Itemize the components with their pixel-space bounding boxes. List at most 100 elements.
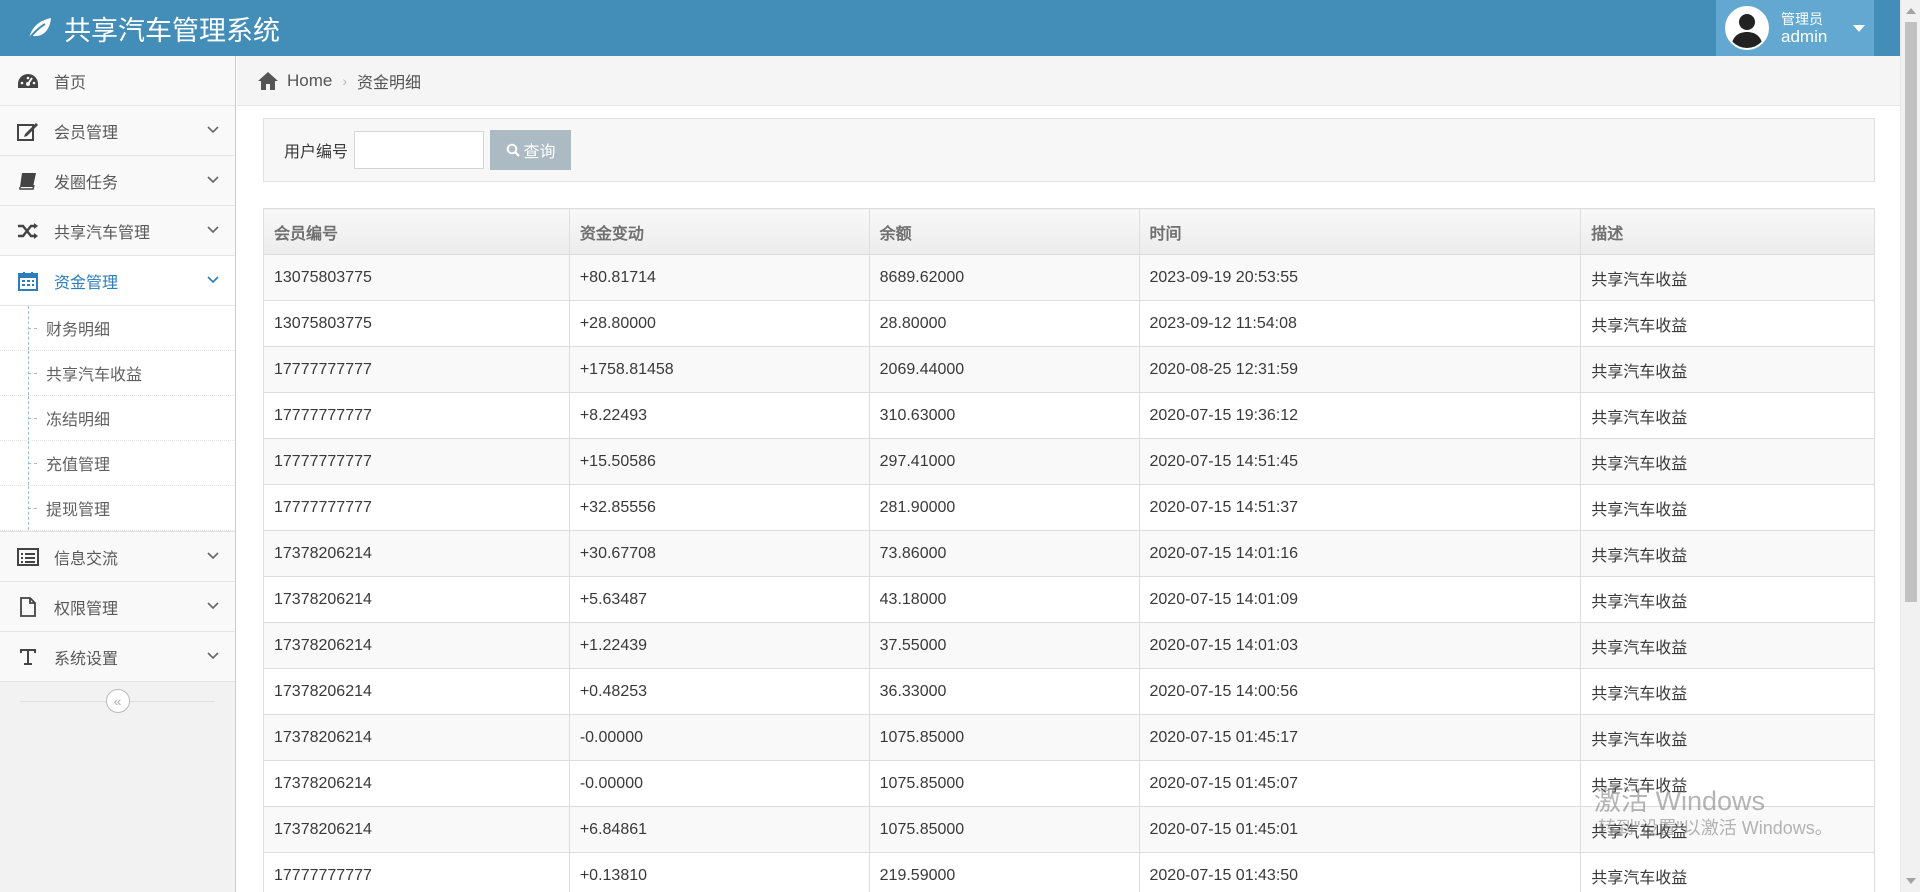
list-icon	[16, 545, 40, 569]
table-row: 17378206214 +5.63487 43.18000 2020-07-15 14…	[263, 576, 1875, 623]
search-panel: 用户编号 查询	[263, 118, 1875, 182]
submenu-item-withdraw[interactable]: 提现管理	[0, 486, 235, 531]
table-header-row: 会员编号 资金变动 余额 时间 描述	[263, 208, 1875, 255]
search-button[interactable]: 查询	[490, 130, 572, 170]
cell-description: 共享汽车收益	[1580, 346, 1875, 393]
shuffle-icon	[16, 219, 40, 243]
sidebar-collapse-bar: «	[0, 682, 235, 720]
cell-fund-change: -0.00000	[568, 714, 870, 761]
submenu-item-finance-detail[interactable]: 财务明细	[0, 306, 235, 351]
search-button-label: 查询	[523, 144, 556, 161]
table-row: 13075803775 +28.80000 28.80000 2023-09-12 1…	[263, 300, 1875, 347]
cell-fund-change: +8.22493	[568, 392, 870, 439]
cell-balance: 73.86000	[868, 530, 1140, 577]
table-row: 17777777777 +1758.81458 2069.44000 2020-08-…	[263, 346, 1875, 393]
scroll-down-arrow-icon[interactable]	[1906, 878, 1916, 884]
cell-member-id: 17378206214	[263, 714, 570, 761]
cell-time: 2020-07-15 14:01:16	[1138, 530, 1582, 577]
cell-member-id: 17378206214	[263, 576, 570, 623]
cell-member-id: 17378206214	[263, 760, 570, 807]
submenu-item-recharge[interactable]: 充值管理	[0, 441, 235, 486]
cell-time: 2020-08-25 12:31:59	[1138, 346, 1582, 393]
leaf-icon	[24, 13, 54, 43]
funds-table: 会员编号 资金变动 余额 时间 描述 13075803775 +80.81714 8…	[263, 208, 1875, 892]
cell-description: 共享汽车收益	[1580, 392, 1875, 439]
sidebar-item-label: 会员管理	[54, 124, 119, 142]
sidebar-item-label: 资金管理	[54, 274, 119, 292]
sidebar-item-label: 共享汽车管理	[54, 224, 151, 242]
cell-fund-change: +0.13810	[568, 852, 870, 892]
cell-fund-change: +0.48253	[568, 668, 870, 715]
submenu-item-frozen-detail[interactable]: 冻结明细	[0, 396, 235, 441]
cell-time: 2020-07-15 14:00:56	[1138, 668, 1582, 715]
table-row: 17378206214 +0.48253 36.33000 2020-07-15 14…	[263, 668, 1875, 715]
chevron-down-icon	[207, 126, 219, 134]
column-header-description[interactable]: 描述	[1580, 208, 1875, 255]
sidebar-item-messages[interactable]: 信息交流	[0, 532, 235, 582]
cell-fund-change: +6.84861	[568, 806, 870, 853]
chevron-down-icon	[207, 276, 219, 284]
table-row: 17378206214 -0.00000 1075.85000 2020-07-15 …	[263, 760, 1875, 807]
text-icon	[16, 645, 40, 669]
sidebar-item-label: 首页	[54, 74, 87, 92]
cell-time: 2020-07-15 01:43:50	[1138, 852, 1582, 892]
column-header-member-id[interactable]: 会员编号	[263, 208, 570, 255]
breadcrumb-home-link[interactable]: Home	[287, 71, 332, 91]
table-row: 17777777777 +8.22493 310.63000 2020-07-15 1…	[263, 392, 1875, 439]
cell-fund-change: +1.22439	[568, 622, 870, 669]
cell-time: 2020-07-15 19:36:12	[1138, 392, 1582, 439]
chevron-down-icon	[207, 652, 219, 660]
column-header-time[interactable]: 时间	[1138, 208, 1582, 255]
sidebar-item-permissions[interactable]: 权限管理	[0, 582, 235, 632]
sidebar-item-label: 系统设置	[54, 650, 119, 668]
table-row: 17777777777 +0.13810 219.59000 2020-07-15 0…	[263, 852, 1875, 892]
sidebar-item-settings[interactable]: 系统设置	[0, 632, 235, 682]
cell-balance: 8689.62000	[868, 254, 1140, 301]
cell-description: 共享汽车收益	[1580, 622, 1875, 669]
cell-description: 共享汽车收益	[1580, 576, 1875, 623]
cell-time: 2020-07-15 01:45:17	[1138, 714, 1582, 761]
home-icon	[258, 71, 278, 90]
cell-time: 2020-07-15 14:01:03	[1138, 622, 1582, 669]
vertical-scrollbar[interactable]	[1900, 0, 1920, 892]
cell-fund-change: +32.85556	[568, 484, 870, 531]
table-row: 13075803775 +80.81714 8689.62000 2023-09-19…	[263, 254, 1875, 301]
sidebar-item-members[interactable]: 会员管理	[0, 106, 235, 156]
caret-down-icon[interactable]	[1853, 24, 1866, 32]
brand[interactable]: 共享汽车管理系统	[24, 0, 280, 56]
scroll-up-arrow-icon[interactable]	[1906, 8, 1916, 14]
sidebar-item-funds[interactable]: 资金管理	[0, 256, 235, 306]
table-body: 13075803775 +80.81714 8689.62000 2023-09-19…	[263, 254, 1875, 892]
user-menu[interactable]: 管理员 admin	[1716, 0, 1874, 56]
breadcrumb: Home › 资金明细	[237, 56, 1900, 106]
cell-balance: 2069.44000	[868, 346, 1140, 393]
sidebar-item-home[interactable]: 首页	[0, 56, 235, 106]
user-id-input[interactable]	[354, 131, 485, 169]
column-header-balance[interactable]: 余额	[868, 208, 1140, 255]
cell-balance: 281.90000	[868, 484, 1140, 531]
breadcrumb-current: 资金明细	[357, 74, 422, 92]
cell-description: 共享汽车收益	[1580, 668, 1875, 715]
sidebar-item-tasks[interactable]: 发圈任务	[0, 156, 235, 206]
column-header-fund-change[interactable]: 资金变动	[568, 208, 870, 255]
cell-description: 共享汽车收益	[1580, 300, 1875, 347]
cell-description: 共享汽车收益	[1580, 254, 1875, 301]
cell-balance: 310.63000	[868, 392, 1140, 439]
brand-title: 共享汽车管理系统	[64, 15, 280, 46]
cell-description: 共享汽车收益	[1580, 852, 1875, 892]
scroll-thumb[interactable]	[1905, 22, 1917, 602]
sidebar-item-car-management[interactable]: 共享汽车管理	[0, 206, 235, 256]
cell-description: 共享汽车收益	[1580, 530, 1875, 577]
cell-balance: 43.18000	[868, 576, 1140, 623]
table-row: 17777777777 +32.85556 281.90000 2020-07-15 …	[263, 484, 1875, 531]
submenu-item-car-revenue[interactable]: 共享汽车收益	[0, 351, 235, 396]
user-name: admin	[1781, 27, 1828, 46]
cell-time: 2020-07-15 14:01:09	[1138, 576, 1582, 623]
avatar	[1725, 6, 1769, 50]
cell-balance: 297.41000	[868, 438, 1140, 485]
cell-fund-change: +28.80000	[568, 300, 870, 347]
double-chevron-left-icon[interactable]: «	[105, 689, 130, 713]
sidebar-item-label: 权限管理	[54, 600, 119, 618]
cell-member-id: 17777777777	[263, 438, 570, 485]
user-role: 管理员	[1781, 11, 1823, 27]
